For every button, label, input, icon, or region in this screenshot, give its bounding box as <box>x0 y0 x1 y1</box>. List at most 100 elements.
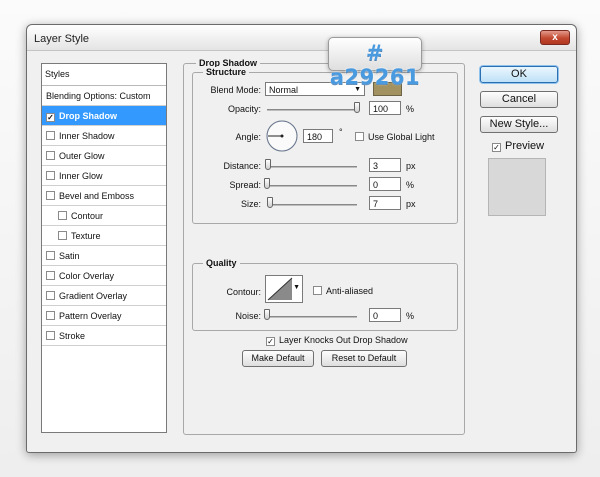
opacity-input[interactable]: 100 <box>369 101 401 115</box>
style-item[interactable]: Outer Glow <box>42 146 166 166</box>
spread-unit: % <box>406 180 415 190</box>
angle-label: Angle: <box>235 132 261 142</box>
distance-slider-track[interactable] <box>267 166 357 168</box>
noise-label: Noise: <box>235 311 261 321</box>
opacity-unit: % <box>406 104 415 114</box>
ok-button[interactable]: OK <box>480 66 558 83</box>
style-item-checkbox[interactable] <box>46 191 55 200</box>
knocks-out-label: Layer Knocks Out Drop Shadow <box>279 335 408 345</box>
angle-dial-icon <box>266 120 298 152</box>
window-title: Layer Style <box>34 33 90 45</box>
distance-unit: px <box>406 161 416 171</box>
cancel-button[interactable]: Cancel <box>480 91 558 108</box>
styles-header[interactable]: Styles <box>42 64 166 86</box>
angle-unit: ° <box>339 127 343 137</box>
contour-label: Contour: <box>226 287 261 297</box>
structure-group: Structure Blend Mode: Normal ▼ Opacity: … <box>192 67 458 224</box>
style-items: ✓ Drop Shadow Inner Shadow Outer Glow Inner … <box>42 106 166 346</box>
style-item[interactable]: ✓ Drop Shadow <box>42 106 166 126</box>
opacity-slider-thumb[interactable] <box>354 102 360 113</box>
style-item-checkbox[interactable] <box>46 131 55 140</box>
style-item[interactable]: Gradient Overlay <box>42 286 166 306</box>
style-item-checkbox[interactable] <box>58 211 67 220</box>
spread-slider-track[interactable] <box>267 185 357 187</box>
blend-mode-value: Normal <box>269 85 299 95</box>
quality-title: Quality <box>203 258 240 268</box>
anti-aliased-option[interactable]: Anti-aliased <box>313 286 373 296</box>
style-item-label: Pattern Overlay <box>59 311 122 321</box>
new-style-button[interactable]: New Style... <box>480 116 558 133</box>
spread-input[interactable]: 0 <box>369 177 401 191</box>
style-item-checkbox[interactable] <box>46 331 55 340</box>
style-item-checkbox[interactable] <box>58 231 67 240</box>
distance-label: Distance: <box>223 161 261 171</box>
use-global-light-option[interactable]: Use Global Light <box>355 132 435 142</box>
noise-input[interactable]: 0 <box>369 308 401 322</box>
opacity-label: Opacity: <box>227 104 261 114</box>
anti-aliased-checkbox[interactable] <box>313 286 322 295</box>
noise-unit: % <box>406 311 415 321</box>
distance-slider-thumb[interactable] <box>264 159 271 170</box>
style-item-checkbox[interactable]: ✓ <box>46 113 55 122</box>
style-item[interactable]: Contour <box>42 206 166 226</box>
spread-slider-thumb[interactable] <box>264 178 270 189</box>
contour-linear-icon <box>267 277 293 301</box>
angle-dial[interactable] <box>265 119 299 153</box>
style-item[interactable]: Pattern Overlay <box>42 306 166 326</box>
style-item-label: Drop Shadow <box>59 111 117 121</box>
size-input[interactable]: 7 <box>369 196 401 210</box>
chevron-down-icon: ▼ <box>293 284 300 291</box>
use-global-light-label: Use Global Light <box>368 132 435 142</box>
distance-input[interactable]: 3 <box>369 158 401 172</box>
style-item[interactable]: Stroke <box>42 326 166 346</box>
contour-picker[interactable]: ▼ <box>265 275 303 303</box>
layer-style-dialog: Layer Style x Styles Blending Options: C… <box>26 24 577 453</box>
close-button[interactable]: x <box>540 30 570 45</box>
hex-color-callout: # a29261 <box>328 37 422 89</box>
style-item-label: Gradient Overlay <box>59 291 128 301</box>
style-item[interactable]: Bevel and Emboss <box>42 186 166 206</box>
style-item-label: Bevel and Emboss <box>59 191 135 201</box>
style-item[interactable]: Texture <box>42 226 166 246</box>
size-label: Size: <box>240 199 261 209</box>
style-item-label: Satin <box>59 251 80 261</box>
style-item-checkbox[interactable] <box>46 311 55 320</box>
spread-label: Spread: <box>229 180 261 190</box>
use-global-light-checkbox[interactable] <box>355 132 364 141</box>
opacity-slider-track[interactable] <box>267 109 357 111</box>
size-slider-thumb[interactable] <box>266 197 273 208</box>
style-item[interactable]: Color Overlay <box>42 266 166 286</box>
preview-thumbnail <box>488 158 546 216</box>
style-item-checkbox[interactable] <box>46 151 55 160</box>
structure-title: Structure <box>203 67 250 77</box>
size-slider-track[interactable] <box>267 204 357 206</box>
style-item[interactable]: Inner Shadow <box>42 126 166 146</box>
noise-slider-thumb[interactable] <box>264 309 270 320</box>
knocks-out-checkbox[interactable]: ✓ <box>266 337 275 346</box>
make-default-button[interactable]: Make Default <box>242 350 314 367</box>
blend-mode-label: Blend Mode: <box>210 85 261 95</box>
reset-to-default-button[interactable]: Reset to Default <box>321 350 407 367</box>
style-item-label: Inner Shadow <box>59 131 115 141</box>
style-item-checkbox[interactable] <box>46 291 55 300</box>
style-item-checkbox[interactable] <box>46 251 55 260</box>
preview-checkbox[interactable]: ✓ <box>492 143 501 152</box>
style-item-label: Stroke <box>59 331 86 341</box>
hex-color-text: # a29261 <box>329 41 421 89</box>
style-item-label: Outer Glow <box>59 151 105 161</box>
knocks-out-option[interactable]: ✓ Layer Knocks Out Drop Shadow <box>266 335 408 346</box>
style-item[interactable]: Satin <box>42 246 166 266</box>
drop-shadow-panel: Drop Shadow Structure Blend Mode: Normal… <box>183 58 465 435</box>
style-item[interactable]: Inner Glow <box>42 166 166 186</box>
preview-label: Preview <box>505 140 545 152</box>
angle-input[interactable]: 180 <box>303 129 333 143</box>
title-bar[interactable]: Layer Style x <box>27 25 576 51</box>
blending-options-item[interactable]: Blending Options: Custom <box>42 86 166 106</box>
style-item-checkbox[interactable] <box>46 271 55 280</box>
style-item-label: Inner Glow <box>59 171 103 181</box>
styles-list: Styles Blending Options: Custom ✓ Drop Sh… <box>41 63 167 433</box>
preview-option[interactable]: ✓ Preview <box>492 140 544 152</box>
anti-aliased-label: Anti-aliased <box>326 286 374 296</box>
style-item-checkbox[interactable] <box>46 171 55 180</box>
noise-slider-track[interactable] <box>267 316 357 318</box>
